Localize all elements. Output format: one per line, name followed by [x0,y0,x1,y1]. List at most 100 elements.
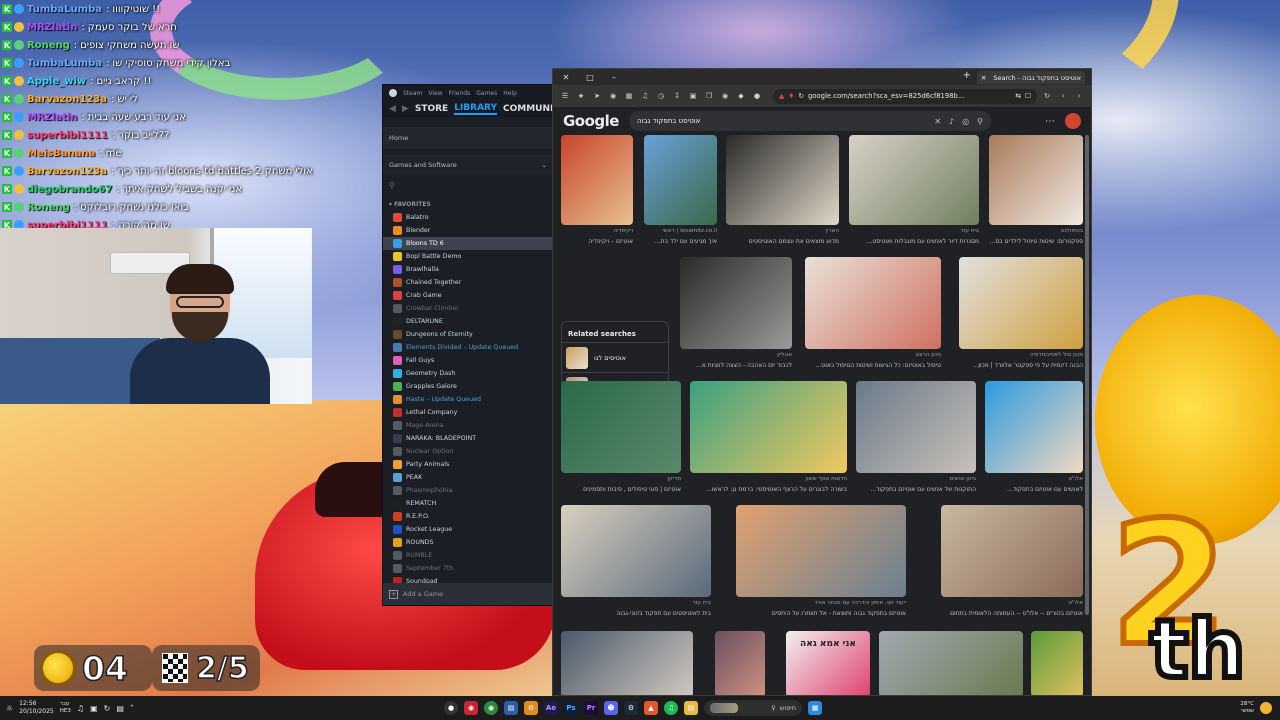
brave-app-icon[interactable]: ▲ [644,701,658,715]
library-game-item[interactable]: Bopl Battle Demo [383,250,553,263]
steam-menu-view[interactable]: View [428,90,442,97]
gallery-icon[interactable]: ▣ [687,90,699,102]
library-game-item[interactable]: ROUNDS [383,536,553,549]
library-game-item[interactable]: Geometry Dash [383,367,553,380]
image-source[interactable]: מכון טול לפסיכותרפיה [959,352,1083,358]
mic-icon[interactable]: ♪ [949,117,954,126]
music-icon[interactable]: ♫ [639,90,651,102]
image-caption[interactable]: ספקטרום: שיטות טיפול לילדים בס... [989,238,1083,245]
image-result[interactable] [561,135,633,225]
image-caption[interactable]: אוטיזם בתפקוד גבוה ותוצאת - אל תוותרו על… [736,610,906,617]
premiere-app-icon[interactable]: Pr [584,701,598,715]
vpn-icon[interactable]: ● [751,90,763,102]
image-caption[interactable]: לאנשים עם אוטיזם בתפקוד... [985,486,1083,493]
paint-app-icon[interactable]: ⚙ [524,701,538,715]
library-game-item[interactable]: REMATCH [383,497,553,510]
minimize-icon[interactable]: – [607,70,621,84]
image-result[interactable] [849,135,979,225]
image-result[interactable] [941,505,1083,597]
steam-menu-help[interactable]: Help [503,90,517,97]
discord-app-icon[interactable]: ☻ [604,701,618,715]
library-game-item[interactable]: Nuclear Option [383,445,553,458]
chat-username[interactable]: Barvazon123a [27,166,107,177]
steam-menu-games[interactable]: Games [476,90,497,97]
image-source[interactable]: חדשות אסף ששון [690,476,847,482]
image-result[interactable] [989,135,1083,225]
shield-icon[interactable]: ★ [575,90,587,102]
library-game-item[interactable]: R.E.P.O. [383,510,553,523]
image-caption[interactable]: מדוע מוצאים את עצמם האוטיסטים [726,238,839,245]
library-home-button[interactable]: Home [383,127,553,149]
image-caption[interactable]: בשורה לבוגרים על הרצף האוטיסטי: ברמת גן:… [690,486,847,493]
copy-icon[interactable]: ❐ [703,90,715,102]
image-source[interactable]: בטיפולנט [989,228,1083,234]
app-tray-icon[interactable]: ▤ [116,704,124,713]
image-caption[interactable]: אוטיזם – ויקיפדיה [561,238,633,245]
image-result[interactable] [985,381,1083,473]
image-caption[interactable]: איך מגיעים עם ילד בת... [644,238,717,245]
spotify-app-icon[interactable]: ♫ [664,701,678,715]
reload-icon[interactable]: ↻ [1041,90,1053,102]
chat-username[interactable]: superbibi1111 [27,130,108,141]
lens-icon[interactable]: ◎ [962,117,969,126]
library-game-item[interactable]: Dungeons of Eternity [383,328,553,341]
back-arrow-icon[interactable]: ◀ [389,104,396,114]
library-game-item[interactable]: Rocket League [383,523,553,536]
image-caption[interactable]: טיפול באוטיזם: כל הגישות ושיטות הטיפול ב… [805,362,941,369]
image-source[interactable]: אונליין [680,352,792,358]
chat-username[interactable]: MRZlatin [27,112,77,123]
library-game-item[interactable]: Chained Together [383,276,553,289]
scrollbar[interactable] [1085,135,1089,615]
library-game-item[interactable]: Elements Divided - Update Queued [383,341,553,354]
chat-username[interactable]: diegobrando67 [27,184,112,195]
forward-icon[interactable]: › [1073,90,1085,102]
download-icon[interactable]: ↧ [671,90,683,102]
image-result[interactable] [856,381,976,473]
notification-icon[interactable]: ☼ [6,704,13,713]
chat-username[interactable]: TumbaLumba [27,4,102,15]
image-result[interactable] [879,631,1023,695]
related-search-item[interactable]: אוטיסים לגו [562,342,668,372]
library-game-item[interactable]: Grapples Galore [383,380,553,393]
maximize-icon[interactable]: □ [583,70,597,84]
image-caption[interactable]: בית לאוטיסטים עם תפקוד בינוני-גבוה [561,610,711,617]
library-game-item[interactable]: Crab Game [383,289,553,302]
language-indicator[interactable]: עבר HE3 [60,701,71,715]
volume-icon[interactable]: ♫ [77,704,84,713]
library-game-item[interactable]: Party Animals [383,458,553,471]
library-filter-dropdown[interactable]: Games and Software ⌄ [383,155,553,175]
search-icon[interactable]: ⚲ [977,117,983,126]
forward-arrow-icon[interactable]: ▶ [402,104,409,114]
image-source[interactable]: אלו"ט [985,476,1083,482]
image-caption[interactable]: אוטיזם בהורים -- אלו"ט -- העמותה הלאומית… [941,610,1083,617]
image-source[interactable]: בית עזר [849,228,979,234]
image-source[interactable]: ויקיפדיה [561,228,633,234]
library-search-input[interactable]: ⚲ [383,175,553,195]
chat-icon[interactable]: ◉ [719,90,731,102]
library-game-item[interactable]: NARAKA: BLADEPOINT [383,432,553,445]
library-game-item[interactable]: Balatro [383,211,553,224]
search-input[interactable]: אוטיסט בתפקוד גבוה ✕ ♪ ◎ ⚲ [628,111,991,131]
start-icon[interactable]: ▦ [808,701,822,715]
image-result[interactable] [561,381,681,473]
chat-username[interactable]: MRZlatin [27,22,77,33]
image-source[interactable]: מדיקן [561,476,681,482]
library-game-item[interactable]: Mage Arena [383,419,553,432]
library-game-item[interactable]: Brawlhalla [383,263,553,276]
tabs-icon[interactable]: ⇆ [1015,92,1021,100]
image-result[interactable] [690,381,847,473]
aftereffects-app-icon[interactable]: Ae [544,701,558,715]
tab-store[interactable]: STORE [415,104,448,114]
image-source[interactable]: הארץ [726,228,839,234]
image-result[interactable] [726,135,839,225]
image-source[interactable]: ייעוד זוגי, אימון והדרכה עם מנחה אורד [736,600,906,606]
photoshop-app-icon[interactable]: Ps [564,701,578,715]
obs-app-icon[interactable]: ● [444,701,458,715]
send-icon[interactable]: ➤ [591,90,603,102]
chat-username[interactable]: Apple_wiw [27,76,86,87]
recorder-app-icon[interactable]: ◉ [464,701,478,715]
network-icon[interactable]: ▣ [90,704,98,713]
add-game-button[interactable]: + Add a Game [383,583,553,605]
chat-username[interactable]: Barvazon123a [27,94,107,105]
image-result[interactable] [715,631,765,695]
